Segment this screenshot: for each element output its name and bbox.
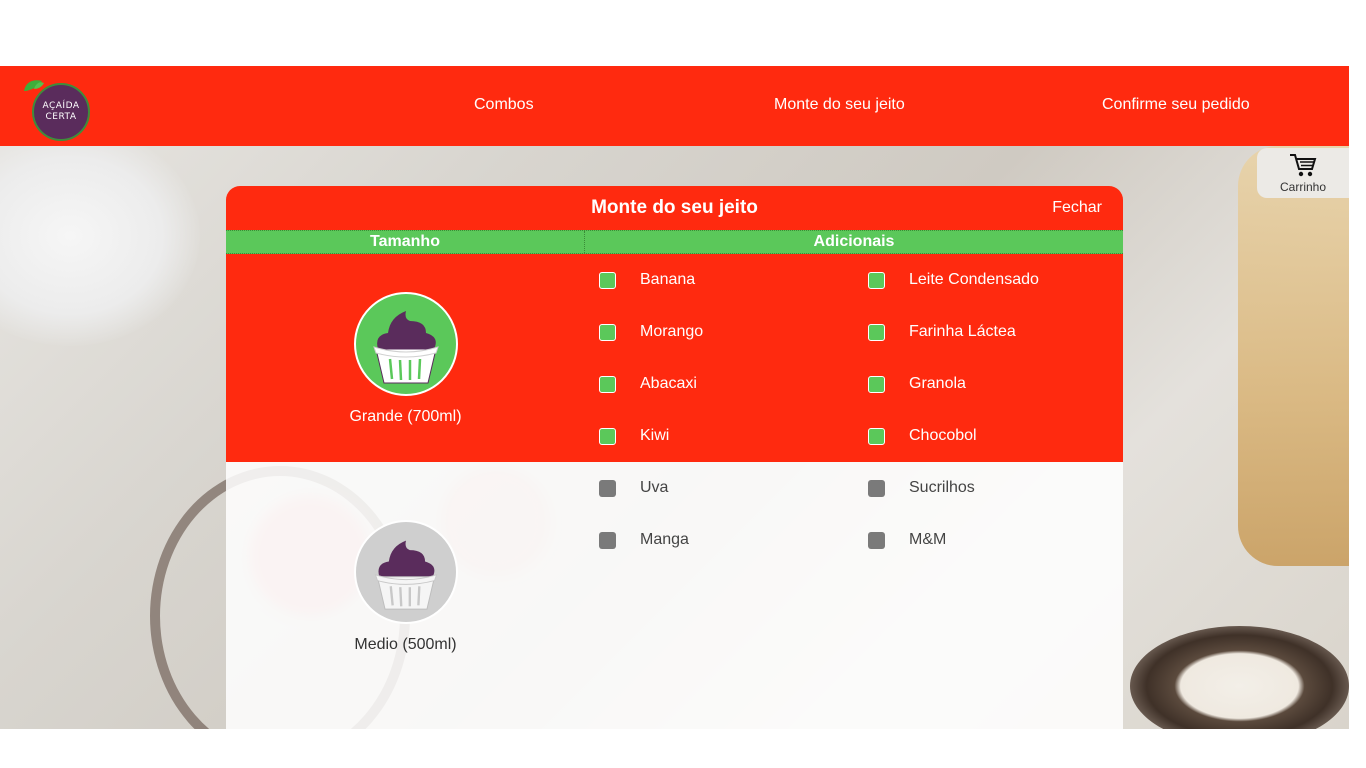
extra-option-banana[interactable]: Banana (599, 271, 695, 289)
modal-body: Grande (700ml) Medio (500ml) Banana Leit… (226, 254, 1123, 729)
extra-label: Farinha Láctea (909, 323, 1016, 340)
extra-label: Uva (640, 479, 669, 496)
extra-option-manga[interactable]: Manga (599, 531, 689, 549)
size-column-header: Tamanho (226, 231, 585, 253)
extra-label: M&M (909, 531, 947, 548)
brand-logo[interactable]: AÇAÍDA CERTA (22, 79, 92, 141)
shopping-cart-icon (1290, 154, 1317, 177)
extra-option-leite-condensado[interactable]: Leite Condensado (868, 271, 1039, 289)
custom-order-modal: Monte do seu jeito Fechar Tamanho Adicio… (226, 186, 1123, 729)
nav-link-combos[interactable]: Combos (474, 96, 534, 114)
background-candle (1130, 626, 1349, 729)
checkbox[interactable] (868, 479, 885, 497)
acai-cup-icon (353, 292, 458, 396)
extra-option-chocobol[interactable]: Chocobol (868, 427, 977, 445)
background-bowl (0, 126, 200, 346)
extra-label: Sucrilhos (909, 479, 975, 496)
logo-text-line2: CERTA (45, 112, 77, 122)
size-option-grande[interactable]: Grande (700ml) (226, 292, 585, 426)
cart-label: Carrinho (1279, 180, 1327, 194)
modal-header: Monte do seu jeito Fechar (226, 186, 1123, 230)
size-label: Grande (700ml) (349, 408, 462, 425)
checkbox[interactable] (868, 531, 885, 549)
size-label: Medio (500ml) (354, 636, 457, 653)
extra-option-uva[interactable]: Uva (599, 479, 668, 497)
extra-label: Abacaxi (640, 375, 697, 392)
extra-option-granola[interactable]: Granola (868, 375, 966, 393)
extra-option-mm[interactable]: M&M (868, 531, 946, 549)
extra-label: Chocobol (909, 427, 977, 444)
background-bottle (1238, 146, 1349, 566)
extra-label: Leite Condensado (909, 271, 1039, 288)
extra-label: Kiwi (640, 427, 670, 444)
top-navbar: AÇAÍDA CERTA Combos Monte do seu jeito C… (0, 66, 1349, 146)
checkbox[interactable] (868, 271, 885, 289)
logo-badge: AÇAÍDA CERTA (32, 83, 90, 141)
acai-cup-icon (353, 520, 458, 624)
extra-label: Morango (640, 323, 704, 340)
checkbox[interactable] (599, 375, 616, 393)
extra-option-morango[interactable]: Morango (599, 323, 703, 341)
extra-option-abacaxi[interactable]: Abacaxi (599, 375, 697, 393)
column-headers: Tamanho Adicionais (226, 230, 1123, 254)
size-option-medio[interactable]: Medio (500ml) (226, 520, 585, 654)
logo-text-line1: AÇAÍDA (42, 101, 80, 111)
checkbox[interactable] (599, 271, 616, 289)
nav-link-monte-do-seu-jeito[interactable]: Monte do seu jeito (774, 96, 905, 114)
nav-link-confirme-seu-pedido[interactable]: Confirme seu pedido (1102, 96, 1250, 114)
checkbox[interactable] (599, 323, 616, 341)
extras-column-header: Adicionais (813, 233, 895, 250)
extra-option-kiwi[interactable]: Kiwi (599, 427, 669, 445)
checkbox[interactable] (868, 375, 885, 393)
modal-title: Monte do seu jeito (591, 197, 758, 218)
close-button[interactable]: Fechar (1052, 199, 1102, 217)
checkbox[interactable] (868, 427, 885, 445)
extra-option-sucrilhos[interactable]: Sucrilhos (868, 479, 975, 497)
extra-label: Granola (909, 375, 966, 392)
cart-button[interactable]: Carrinho (1257, 148, 1349, 198)
extra-label: Manga (640, 531, 689, 548)
checkbox[interactable] (599, 531, 616, 549)
extra-label: Banana (640, 271, 696, 288)
checkbox[interactable] (599, 479, 616, 497)
checkbox[interactable] (868, 323, 885, 341)
checkbox[interactable] (599, 427, 616, 445)
extra-option-farinha-lactea[interactable]: Farinha Láctea (868, 323, 1016, 341)
